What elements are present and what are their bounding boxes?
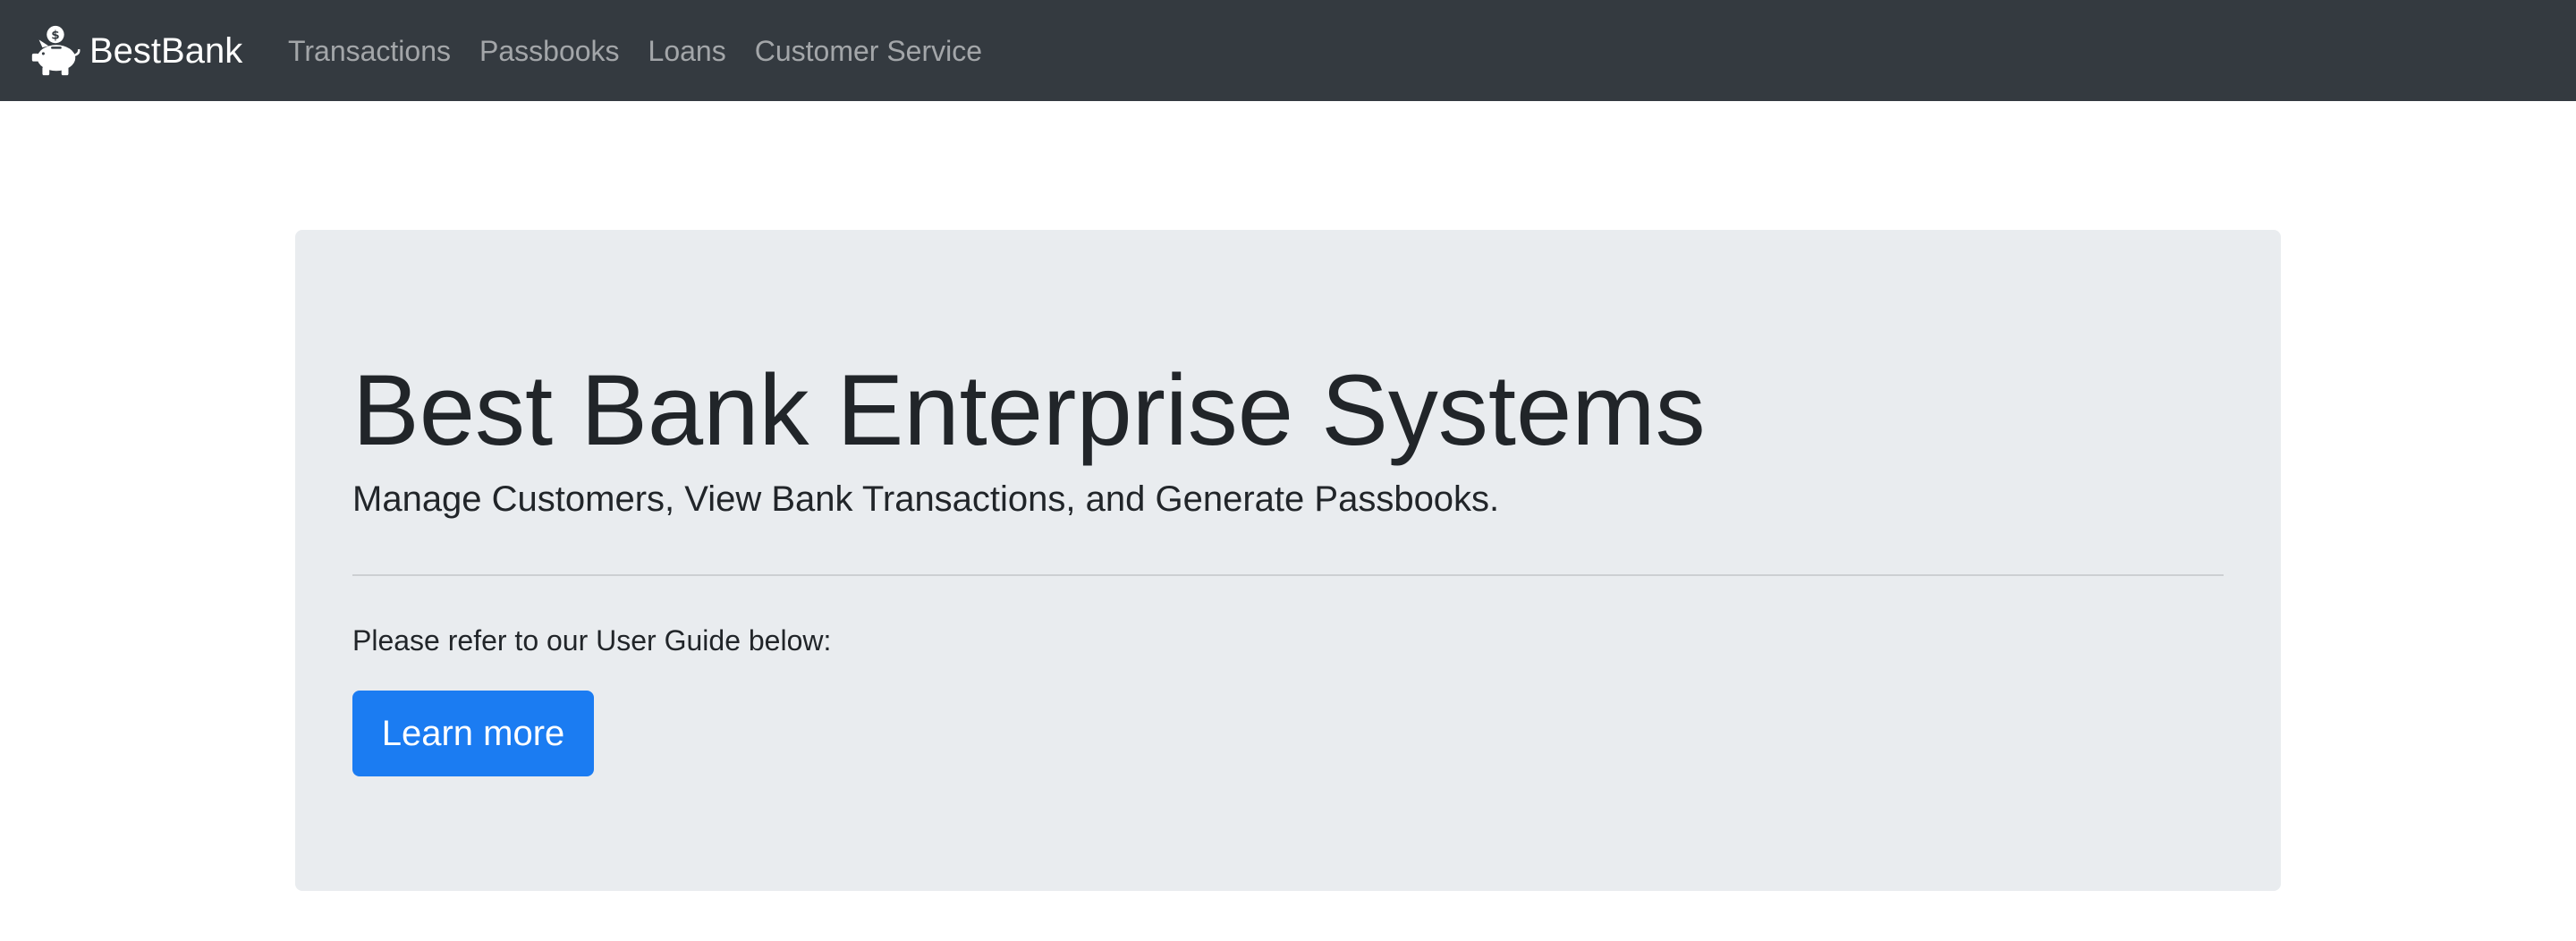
main-nav: Transactions Passbooks Loans Customer Se… (288, 0, 1011, 101)
divider (352, 574, 2224, 576)
brand-link[interactable]: $ BestBank (27, 0, 242, 101)
user-guide-text: Please refer to our User Guide below: (352, 624, 832, 657)
page-title: Best Bank Enterprise Systems (352, 354, 1706, 466)
hero-jumbotron: Best Bank Enterprise Systems Manage Cust… (295, 230, 2281, 891)
nav-link-customer-service[interactable]: Customer Service (755, 37, 982, 65)
nav-link-loans[interactable]: Loans (648, 37, 726, 65)
lead-text: Manage Customers, View Bank Transactions… (352, 479, 1500, 519)
svg-text:$: $ (51, 28, 59, 42)
nav-link-passbooks[interactable]: Passbooks (479, 37, 620, 65)
nav-link-transactions[interactable]: Transactions (288, 37, 451, 65)
brand-name: BestBank (89, 30, 243, 71)
top-navbar: $ BestBank Transactions Passbooks Loans … (0, 0, 2576, 101)
piggy-bank-icon: $ (31, 25, 80, 75)
learn-more-button[interactable]: Learn more (352, 691, 594, 776)
